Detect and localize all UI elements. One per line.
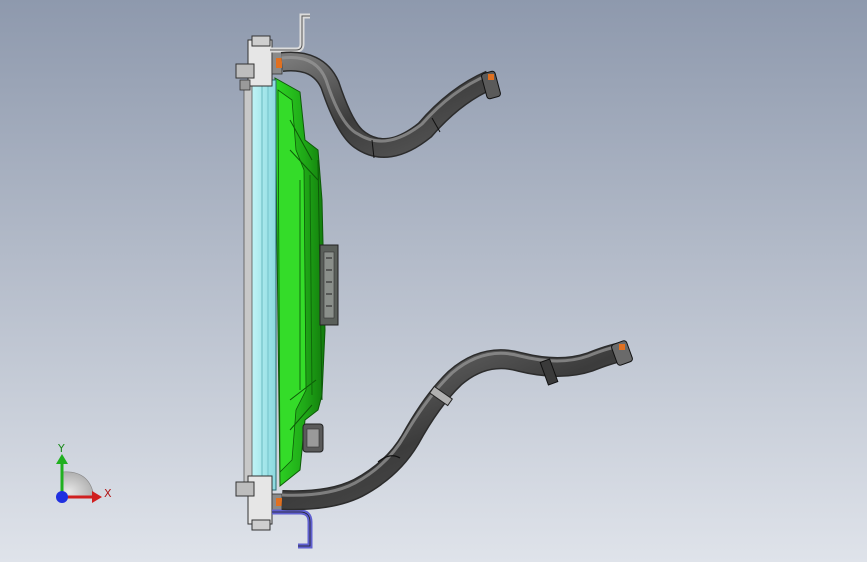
radiator-core[interactable] — [243, 79, 277, 491]
fan-motor[interactable] — [319, 244, 339, 326]
fan-connector[interactable] — [302, 423, 324, 453]
cad-viewport[interactable]: Y X — [0, 0, 867, 562]
x-axis-label: X — [104, 487, 112, 500]
y-axis-label: Y — [57, 442, 65, 455]
viewport-background — [0, 0, 867, 562]
z-axis-origin — [56, 491, 68, 503]
cad-canvas[interactable]: Y X — [0, 0, 867, 562]
